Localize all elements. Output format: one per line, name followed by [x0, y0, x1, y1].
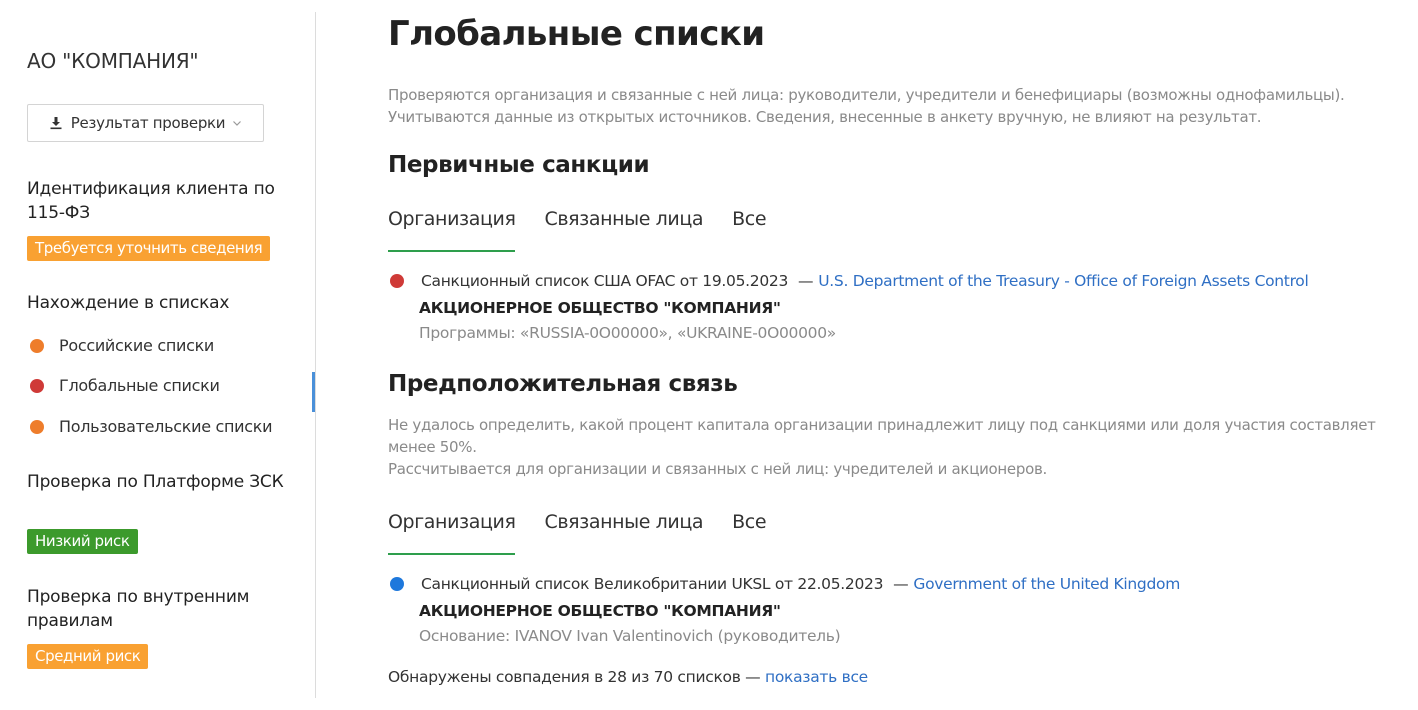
show-all-link[interactable]: показать все [765, 668, 868, 686]
tab-related-persons[interactable]: Связанные лица [544, 511, 703, 551]
identification-heading: Идентификация клиента по 115-ФЗ [27, 179, 275, 223]
sanction-source-link[interactable]: U.S. Department of the Treasury - Office… [818, 272, 1309, 290]
sanction-details: Программы: «RUSSIA-0O00000», «UKRAINE-0O… [419, 324, 836, 342]
result-button-label: Результат проверки [70, 114, 226, 132]
company-name: АО "КОМПАНИЯ" [27, 49, 199, 73]
page-description-line-2: Учитываются данные из открытых источнико… [388, 108, 1262, 126]
sidebar-item-custom-lists[interactable]: Пользовательские списки [30, 417, 273, 436]
sanction-entry: Санкционный список США OFAC от 19.05.202… [388, 270, 1398, 342]
lists-heading: Нахождение в списках [27, 293, 230, 313]
sanction-list-name: Санкционный список США OFAC от 19.05.202… [421, 272, 789, 290]
sidebar-item-label: Российские списки [59, 336, 215, 355]
sanction-list-name: Санкционный список Великобритании UKSL о… [421, 575, 884, 593]
sanction-entry: Санкционный список Великобритании UKSL о… [388, 573, 1398, 645]
download-icon [49, 116, 63, 130]
sanction-basis: Основание: IVANOV Ivan Valentinovich (ру… [419, 627, 841, 645]
matches-summary: Обнаружены совпадения в 28 из 70 списков… [388, 668, 868, 686]
platform-risk-badge: Низкий риск [27, 529, 138, 554]
chevron-down-icon [232, 118, 242, 128]
result-download-button[interactable]: Результат проверки [27, 104, 264, 142]
platform-check-heading: Проверка по Платформе ЗСК [27, 472, 284, 492]
tab-all[interactable]: Все [732, 208, 766, 248]
status-dot-icon [30, 378, 44, 393]
primary-sanctions-tabs: Организация Связанные лица Все [388, 208, 795, 252]
internal-risk-badge: Средний риск [27, 644, 149, 669]
status-dot-icon [30, 338, 44, 353]
sidebar-divider [315, 12, 316, 698]
internal-check-heading: Проверка по внутренним правилам [27, 587, 250, 631]
sanctioned-organization: АКЦИОНЕРНОЕ ОБЩЕСТВО "КОМПАНИЯ" [419, 299, 781, 317]
page-title: Глобальные списки [388, 14, 765, 54]
main-content: Глобальные списки Проверяются организаци… [388, 0, 1398, 710]
sidebar-item-label: Глобальные списки [59, 376, 220, 395]
tab-organization[interactable]: Организация [388, 208, 516, 252]
status-dot-icon [390, 274, 404, 288]
separator: — [893, 575, 909, 593]
sanction-source-link[interactable]: Government of the United Kingdom [913, 575, 1180, 593]
identification-status-badge: Требуется уточнить сведения [27, 236, 271, 261]
sidebar-item-russian-lists[interactable]: Российские списки [30, 336, 214, 355]
presumed-link-description-line-3: Рассчитывается для организации и связанн… [388, 460, 1047, 478]
tab-all[interactable]: Все [732, 511, 766, 551]
presumed-link-title: Предположительная связь [388, 371, 738, 397]
page: АО "КОМПАНИЯ" Результат проверки Идентиф… [0, 0, 1418, 710]
sidebar-item-label: Пользовательские списки [59, 417, 273, 436]
primary-sanctions-title: Первичные санкции [388, 152, 650, 178]
status-dot-icon [390, 577, 404, 591]
separator: — [798, 272, 814, 290]
active-item-indicator [312, 372, 315, 412]
tab-organization[interactable]: Организация [388, 511, 516, 555]
sidebar: АО "КОМПАНИЯ" Результат проверки Идентиф… [0, 0, 316, 710]
sidebar-item-global-lists[interactable]: Глобальные списки [30, 376, 220, 395]
page-description-line-1: Проверяются организация и связанные с не… [388, 86, 1345, 104]
separator: — [745, 668, 761, 686]
status-dot-icon [30, 419, 44, 434]
presumed-link-description-line-2: менее 50%. [388, 438, 477, 456]
sanctioned-organization: АКЦИОНЕРНОЕ ОБЩЕСТВО "КОМПАНИЯ" [419, 602, 781, 620]
presumed-link-description-line-1: Не удалось определить, какой процент кап… [388, 416, 1376, 434]
presumed-link-tabs: Организация Связанные лица Все [388, 511, 795, 555]
tab-related-persons[interactable]: Связанные лица [544, 208, 703, 248]
matches-summary-text: Обнаружены совпадения в 28 из 70 списков [388, 668, 741, 686]
